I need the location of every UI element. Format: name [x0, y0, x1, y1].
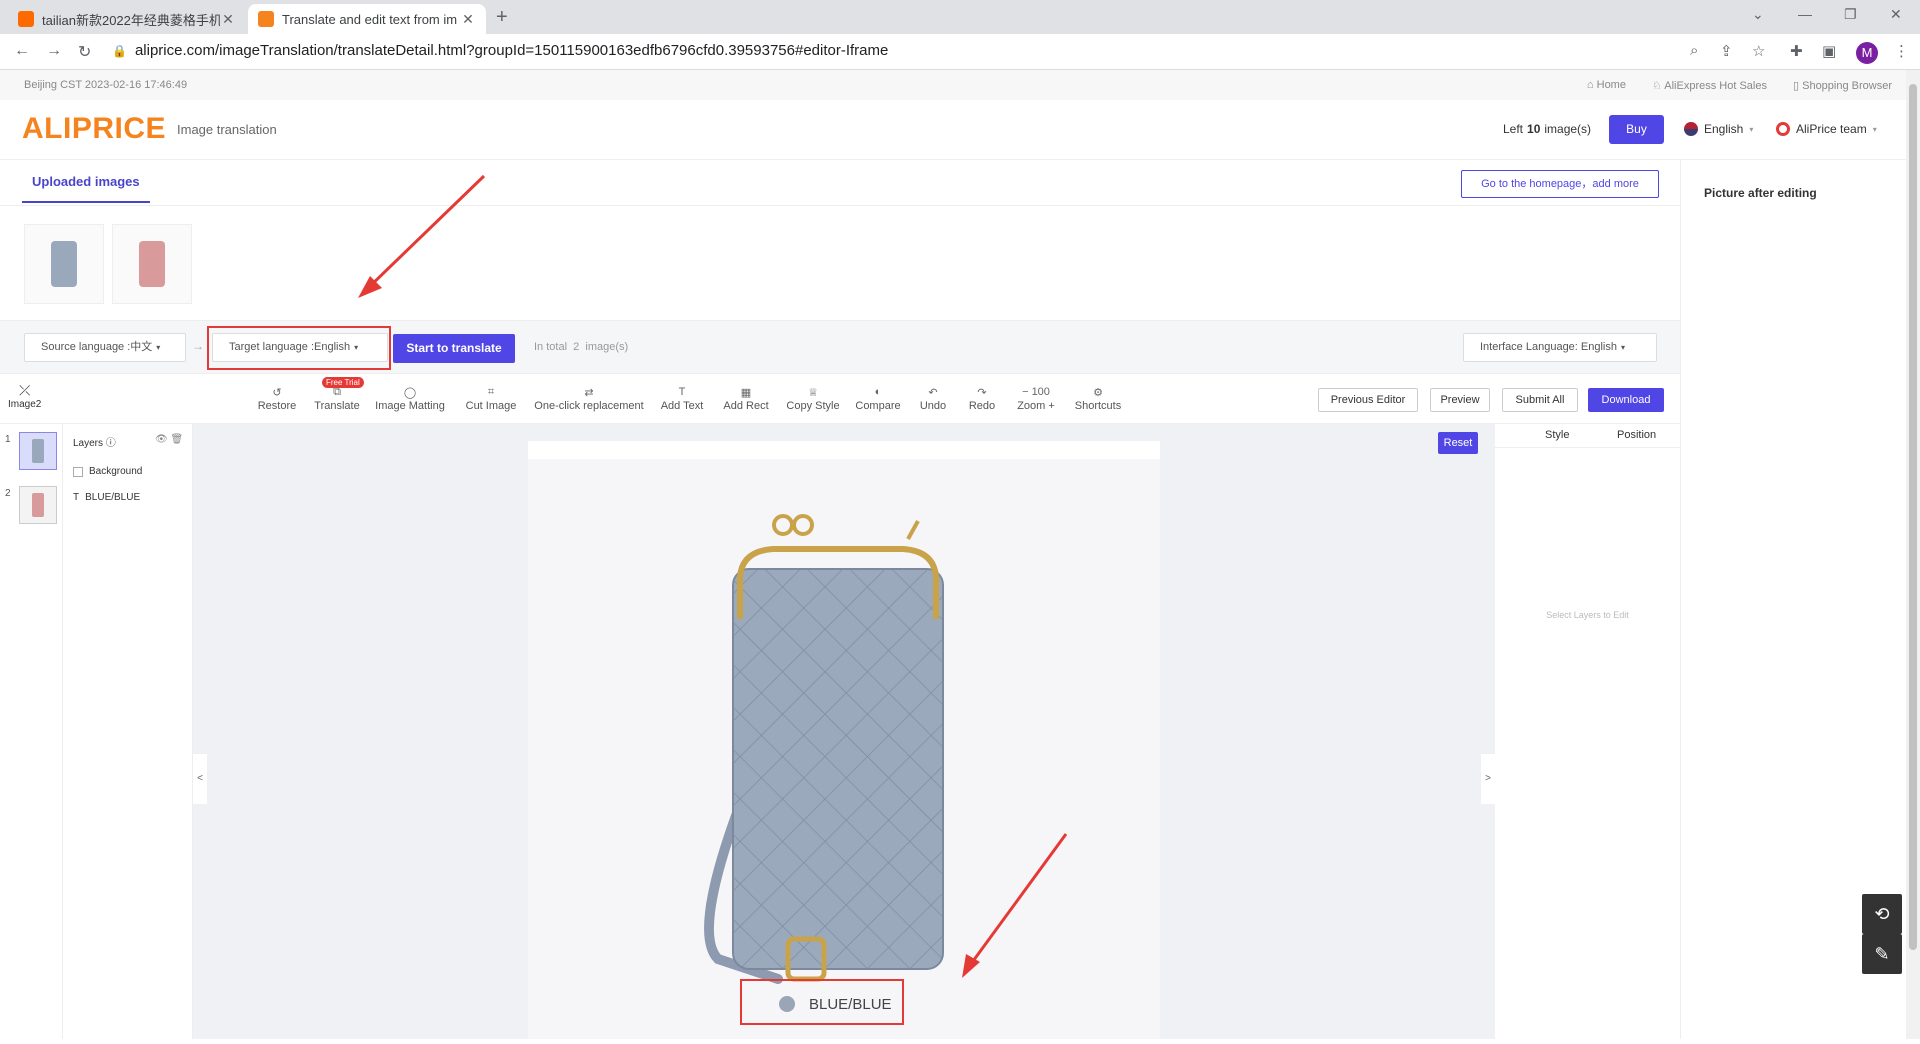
- annotation-arrow: [962, 833, 1068, 978]
- page-scrollbar[interactable]: [1906, 70, 1920, 1039]
- scrollbar-thumb[interactable]: [1909, 84, 1917, 950]
- history-icon[interactable]: ⟲: [1862, 894, 1902, 934]
- edit-pen-icon[interactable]: ✎: [1862, 934, 1902, 974]
- annotation-arrows: [358, 174, 1068, 978]
- annotation-arrow: [358, 174, 486, 298]
